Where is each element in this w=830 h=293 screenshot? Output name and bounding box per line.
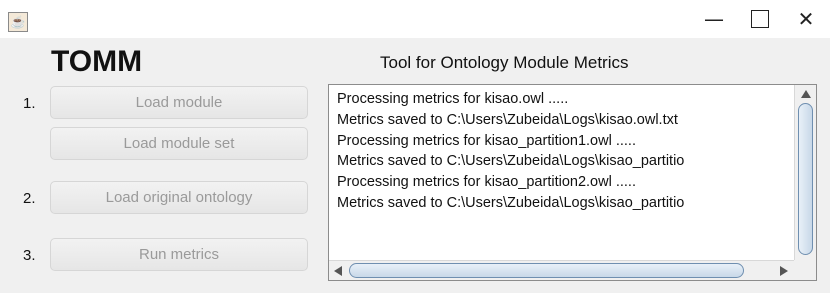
java-cup-icon[interactable]: ☕: [8, 12, 28, 32]
main-panel: TOMM Tool for Ontology Module Metrics 1.…: [0, 38, 830, 293]
load-module-button[interactable]: Load module: [50, 86, 308, 119]
app-subtitle: Tool for Ontology Module Metrics: [380, 53, 629, 72]
log-line: Processing metrics for kisao_partition2.…: [337, 174, 636, 191]
load-module-set-button[interactable]: Load module set: [50, 127, 308, 160]
horizontal-scrollbar[interactable]: [329, 260, 816, 280]
log-line: Processing metrics for kisao_partition1.…: [337, 132, 636, 149]
step-number-2: 2.: [23, 190, 36, 207]
close-button[interactable]: ✕: [783, 0, 829, 38]
horizontal-scroll-thumb[interactable]: [349, 263, 744, 278]
log-lines: Processing metrics for kisao.owl ..... M…: [337, 89, 792, 214]
minimize-button[interactable]: —: [691, 0, 737, 38]
title-bar: ☕ — ✕: [0, 0, 830, 38]
step-number-1: 1.: [23, 95, 36, 112]
run-metrics-button[interactable]: Run metrics: [50, 238, 308, 271]
log-line: Processing metrics for kisao.owl .....: [337, 91, 569, 107]
scrollbar-corner: [794, 260, 816, 280]
log-output-area[interactable]: Processing metrics for kisao.owl ..... M…: [328, 84, 817, 281]
load-original-ontology-button[interactable]: Load original ontology: [50, 181, 308, 214]
scroll-left-icon[interactable]: [334, 266, 342, 276]
scroll-right-icon[interactable]: [780, 266, 788, 276]
log-line: Metrics saved to C:\Users\Zubeida\Logs\k…: [337, 111, 678, 128]
log-line: Metrics saved to C:\Users\Zubeida\Logs\k…: [337, 153, 685, 170]
minimize-icon: —: [704, 7, 724, 31]
vertical-scrollbar[interactable]: [794, 85, 816, 260]
scroll-up-icon[interactable]: [801, 90, 811, 98]
log-line: Metrics saved to C:\Users\Zubeida\Logs\k…: [337, 194, 685, 211]
close-icon: ✕: [797, 7, 815, 31]
maximize-button[interactable]: [737, 0, 783, 38]
app-title: TOMM: [51, 45, 143, 78]
vertical-scroll-thumb[interactable]: [798, 103, 813, 255]
maximize-icon: [751, 10, 769, 28]
step-number-3: 3.: [23, 247, 36, 264]
